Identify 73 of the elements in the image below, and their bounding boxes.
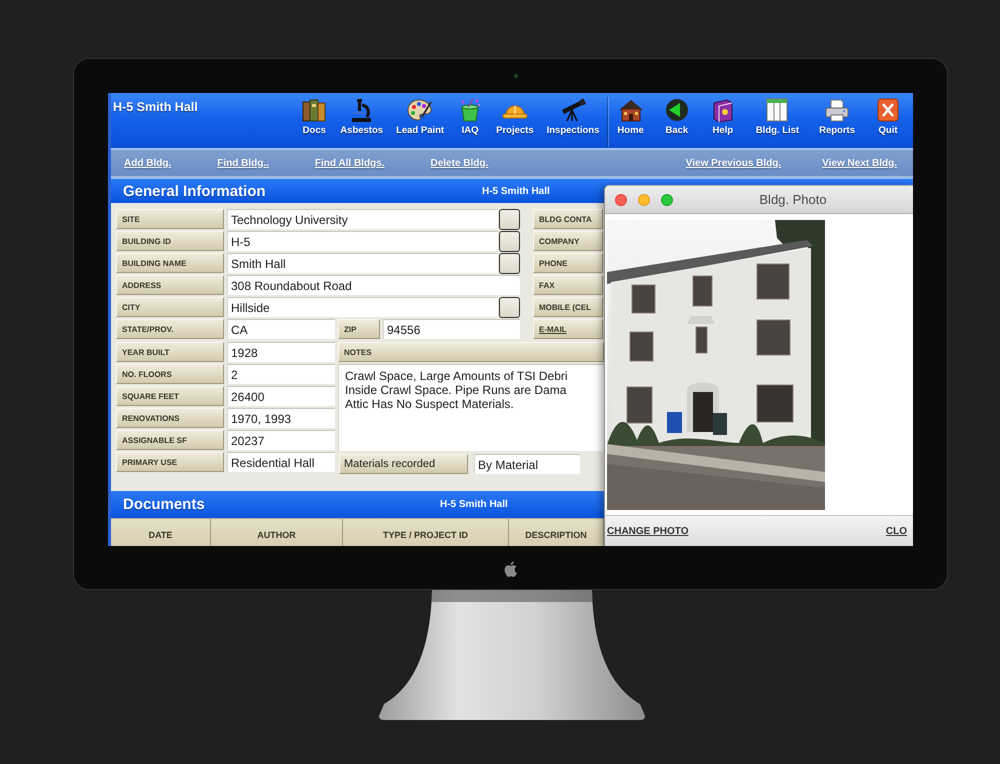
field-label: BUILDING NAME: [116, 253, 224, 273]
text-field[interactable]: 26400: [227, 386, 335, 406]
palette-icon: [407, 98, 434, 122]
text-field[interactable]: 1970, 1993: [227, 408, 335, 428]
binders-icon: [301, 98, 328, 122]
text-field[interactable]: Hillside: [227, 297, 498, 317]
section-title: General Information: [123, 182, 267, 200]
apple-icon: [504, 560, 517, 576]
text-field[interactable]: 20237: [227, 430, 335, 450]
picker-button[interactable]: [499, 252, 520, 274]
telescope-icon: [560, 98, 586, 122]
toolbar-button[interactable]: Back: [662, 98, 692, 136]
field-label: ADDRESS: [116, 275, 224, 295]
field-label: CITY: [116, 297, 224, 317]
toolbar-button[interactable]: Bldg. List: [754, 98, 802, 136]
text-field[interactable]: Residential Hall: [227, 452, 335, 472]
table-icon: [764, 98, 790, 122]
x-square-icon: [875, 98, 901, 122]
window-link[interactable]: CLO: [886, 526, 907, 536]
text-field[interactable]: 308 Roundabout Road: [227, 275, 520, 295]
field-label: NO. FLOORS: [116, 364, 224, 384]
field-label: ZIP: [338, 319, 380, 339]
toolbar-button[interactable]: Home: [615, 98, 646, 136]
column-header: DATE: [111, 519, 211, 546]
field-label: ASSIGNABLE SF: [116, 430, 224, 450]
toolbar-button[interactable]: Docs: [299, 98, 330, 136]
field-label: COMPANY: [533, 231, 603, 251]
toolbar-button[interactable]: Asbestos: [338, 98, 386, 136]
text-field[interactable]: 94556: [383, 319, 520, 339]
field-label: PRIMARY USE: [116, 452, 224, 472]
toolbar-button[interactable]: Quit: [873, 98, 903, 136]
house-icon: [618, 98, 644, 122]
window-title: Bldg. Photo: [758, 192, 828, 207]
app-title: H-5 Smith Hall: [113, 100, 199, 114]
text-field[interactable]: CA: [227, 319, 335, 339]
field-label: NOTES: [338, 342, 604, 362]
field-label: SQUARE FEET: [116, 386, 224, 406]
field-label: MOBILE (CEL: [533, 297, 603, 317]
toolbar-button[interactable]: Reports: [817, 98, 857, 136]
field-label: BUILDING ID: [116, 231, 224, 251]
toolbar-button[interactable]: Help: [708, 98, 738, 136]
link-label[interactable]: E-MAIL: [533, 319, 603, 339]
materials-button[interactable]: Materials recorded: [339, 454, 468, 474]
toolbar-button[interactable]: IAQ: [455, 98, 486, 136]
window-link[interactable]: CHANGE PHOTO: [607, 526, 688, 536]
picker-button[interactable]: [499, 296, 520, 318]
column-header: TYPE / PROJECT ID: [343, 519, 509, 546]
section-subtitle: H-5 Smith Hall: [482, 186, 550, 196]
field-label: RENOVATIONS: [116, 408, 224, 428]
text-field[interactable]: Smith Hall: [227, 253, 498, 273]
text-field[interactable]: H-5: [227, 231, 498, 251]
text-field[interactable]: 2: [227, 364, 335, 384]
toolbar-button[interactable]: Projects: [494, 98, 536, 136]
text-field[interactable]: 1928: [227, 342, 335, 362]
section-subtitle: H-5 Smith Hall: [440, 499, 508, 510]
field-label: SITE: [116, 209, 224, 229]
close-icon[interactable]: [615, 194, 627, 206]
field-label: BLDG CONTA: [533, 209, 603, 229]
notes-field[interactable]: Crawl Space, Large Amounts of TSI Debri Inside Crawl Space. Pipe Runs are Dama Attic Has No Suspect Materials.: [338, 364, 604, 451]
field-label: STATE/PROV.: [116, 319, 224, 339]
text-field[interactable]: Technology University: [227, 209, 498, 229]
field-label: YEAR BUILT: [116, 342, 224, 362]
section-title: Documents: [123, 496, 206, 513]
picker-button[interactable]: [499, 230, 520, 252]
picker-button[interactable]: [499, 208, 520, 230]
field-label: PHONE: [533, 253, 603, 273]
toolbar-button[interactable]: Lead Paint: [394, 98, 446, 136]
field-label: FAX: [533, 275, 603, 295]
text-field[interactable]: By Material: [474, 454, 580, 474]
column-header: AUTHOR: [211, 519, 343, 546]
toolbar-button[interactable]: Inspections: [544, 98, 602, 136]
printer-icon: [824, 98, 850, 122]
camera-icon: [514, 74, 518, 78]
